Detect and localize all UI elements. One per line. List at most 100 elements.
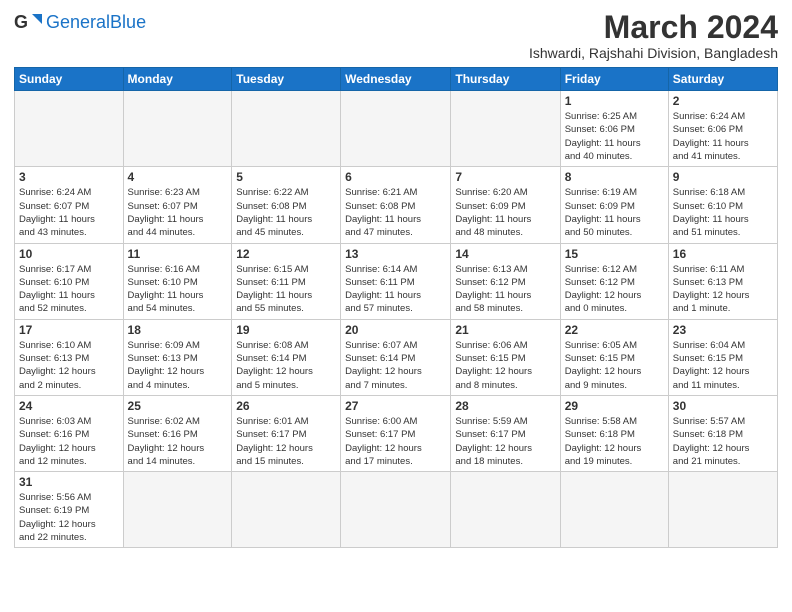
calendar-cell: 25Sunrise: 6:02 AM Sunset: 6:16 PM Dayli… bbox=[123, 395, 232, 471]
calendar-cell: 6 Sunrise: 6:21 AM Sunset: 6:08 PM Daylig… bbox=[341, 167, 451, 243]
day-info: Sunrise: 6:17 AM Sunset: 6:10 PM Dayligh… bbox=[19, 263, 119, 316]
day-number: 21 bbox=[455, 323, 555, 337]
day-number: 31 bbox=[19, 475, 119, 489]
day-info: Sunrise: 6:12 AM Sunset: 6:12 PM Dayligh… bbox=[565, 263, 664, 316]
day-info: Sunrise: 6:18 AM Sunset: 6:10 PM Dayligh… bbox=[673, 186, 773, 239]
day-info: Sunrise: 6:04 AM Sunset: 6:15 PM Dayligh… bbox=[673, 339, 773, 392]
day-info: Sunrise: 5:57 AM Sunset: 6:18 PM Dayligh… bbox=[673, 415, 773, 468]
calendar-cell bbox=[341, 91, 451, 167]
day-info: Sunrise: 6:03 AM Sunset: 6:16 PM Dayligh… bbox=[19, 415, 119, 468]
day-number: 4 bbox=[128, 170, 228, 184]
day-info: Sunrise: 6:05 AM Sunset: 6:15 PM Dayligh… bbox=[565, 339, 664, 392]
location: Ishwardi, Rajshahi Division, Bangladesh bbox=[529, 45, 778, 61]
calendar-cell: 3 Sunrise: 6:24 AM Sunset: 6:07 PM Daylig… bbox=[15, 167, 124, 243]
day-info: Sunrise: 6:24 AM Sunset: 6:06 PM Dayligh… bbox=[673, 110, 773, 163]
calendar-cell: 17Sunrise: 6:10 AM Sunset: 6:13 PM Dayli… bbox=[15, 319, 124, 395]
day-number: 2 bbox=[673, 94, 773, 108]
day-info: Sunrise: 6:22 AM Sunset: 6:08 PM Dayligh… bbox=[236, 186, 336, 239]
calendar-cell: 30 Sunrise: 5:57 AM Sunset: 6:18 PM Dayli… bbox=[668, 395, 777, 471]
day-info: Sunrise: 6:23 AM Sunset: 6:07 PM Dayligh… bbox=[128, 186, 228, 239]
day-number: 30 bbox=[673, 399, 773, 413]
day-number: 11 bbox=[128, 247, 228, 261]
day-info: Sunrise: 6:13 AM Sunset: 6:12 PM Dayligh… bbox=[455, 263, 555, 316]
week-row-6: 31 Sunrise: 5:56 AM Sunset: 6:19 PM Dayli… bbox=[15, 472, 778, 548]
calendar-cell bbox=[341, 472, 451, 548]
calendar-cell: 31 Sunrise: 5:56 AM Sunset: 6:19 PM Dayli… bbox=[15, 472, 124, 548]
day-info: Sunrise: 5:58 AM Sunset: 6:18 PM Dayligh… bbox=[565, 415, 664, 468]
calendar-cell: 2 Sunrise: 6:24 AM Sunset: 6:06 PM Daylig… bbox=[668, 91, 777, 167]
day-info: Sunrise: 6:06 AM Sunset: 6:15 PM Dayligh… bbox=[455, 339, 555, 392]
day-info: Sunrise: 6:21 AM Sunset: 6:08 PM Dayligh… bbox=[345, 186, 446, 239]
week-row-2: 3 Sunrise: 6:24 AM Sunset: 6:07 PM Daylig… bbox=[15, 167, 778, 243]
calendar-cell: 1Sunrise: 6:25 AM Sunset: 6:06 PM Daylig… bbox=[560, 91, 668, 167]
day-number: 19 bbox=[236, 323, 336, 337]
page: G GeneralBlue March 2024 Ishwardi, Rajsh… bbox=[0, 0, 792, 612]
day-number: 24 bbox=[19, 399, 119, 413]
calendar-cell: 29 Sunrise: 5:58 AM Sunset: 6:18 PM Dayli… bbox=[560, 395, 668, 471]
day-info: Sunrise: 6:15 AM Sunset: 6:11 PM Dayligh… bbox=[236, 263, 336, 316]
day-number: 8 bbox=[565, 170, 664, 184]
calendar-cell: 4 Sunrise: 6:23 AM Sunset: 6:07 PM Daylig… bbox=[123, 167, 232, 243]
day-info: Sunrise: 6:01 AM Sunset: 6:17 PM Dayligh… bbox=[236, 415, 336, 468]
day-info: Sunrise: 6:08 AM Sunset: 6:14 PM Dayligh… bbox=[236, 339, 336, 392]
day-number: 7 bbox=[455, 170, 555, 184]
weekday-header-sunday: Sunday bbox=[15, 68, 124, 91]
day-number: 6 bbox=[345, 170, 446, 184]
weekday-header-friday: Friday bbox=[560, 68, 668, 91]
day-number: 13 bbox=[345, 247, 446, 261]
day-info: Sunrise: 6:11 AM Sunset: 6:13 PM Dayligh… bbox=[673, 263, 773, 316]
day-number: 16 bbox=[673, 247, 773, 261]
calendar-cell: 15 Sunrise: 6:12 AM Sunset: 6:12 PM Dayli… bbox=[560, 243, 668, 319]
calendar-cell bbox=[232, 472, 341, 548]
day-number: 10 bbox=[19, 247, 119, 261]
calendar-cell: 16 Sunrise: 6:11 AM Sunset: 6:13 PM Dayli… bbox=[668, 243, 777, 319]
calendar-cell: 11Sunrise: 6:16 AM Sunset: 6:10 PM Dayli… bbox=[123, 243, 232, 319]
day-info: Sunrise: 6:25 AM Sunset: 6:06 PM Dayligh… bbox=[565, 110, 664, 163]
calendar-cell: 9 Sunrise: 6:18 AM Sunset: 6:10 PM Daylig… bbox=[668, 167, 777, 243]
day-number: 3 bbox=[19, 170, 119, 184]
day-number: 29 bbox=[565, 399, 664, 413]
calendar-cell: 5 Sunrise: 6:22 AM Sunset: 6:08 PM Daylig… bbox=[232, 167, 341, 243]
day-info: Sunrise: 6:07 AM Sunset: 6:14 PM Dayligh… bbox=[345, 339, 446, 392]
day-number: 18 bbox=[128, 323, 228, 337]
day-number: 28 bbox=[455, 399, 555, 413]
calendar-cell: 7Sunrise: 6:20 AM Sunset: 6:09 PM Daylig… bbox=[451, 167, 560, 243]
day-number: 9 bbox=[673, 170, 773, 184]
logo-text: GeneralBlue bbox=[46, 13, 146, 31]
weekday-header-wednesday: Wednesday bbox=[341, 68, 451, 91]
svg-text:G: G bbox=[14, 12, 28, 32]
day-info: Sunrise: 6:24 AM Sunset: 6:07 PM Dayligh… bbox=[19, 186, 119, 239]
day-number: 5 bbox=[236, 170, 336, 184]
day-info: Sunrise: 6:19 AM Sunset: 6:09 PM Dayligh… bbox=[565, 186, 664, 239]
day-number: 15 bbox=[565, 247, 664, 261]
logo-blue: Blue bbox=[110, 12, 146, 32]
calendar-cell bbox=[15, 91, 124, 167]
calendar-cell: 22Sunrise: 6:05 AM Sunset: 6:15 PM Dayli… bbox=[560, 319, 668, 395]
week-row-5: 24 Sunrise: 6:03 AM Sunset: 6:16 PM Dayli… bbox=[15, 395, 778, 471]
calendar-cell bbox=[560, 472, 668, 548]
week-row-3: 10 Sunrise: 6:17 AM Sunset: 6:10 PM Dayli… bbox=[15, 243, 778, 319]
calendar-cell: 26Sunrise: 6:01 AM Sunset: 6:17 PM Dayli… bbox=[232, 395, 341, 471]
logo-general: General bbox=[46, 12, 110, 32]
weekday-header-thursday: Thursday bbox=[451, 68, 560, 91]
day-info: Sunrise: 5:59 AM Sunset: 6:17 PM Dayligh… bbox=[455, 415, 555, 468]
day-number: 17 bbox=[19, 323, 119, 337]
calendar-cell: 13Sunrise: 6:14 AM Sunset: 6:11 PM Dayli… bbox=[341, 243, 451, 319]
weekday-header-tuesday: Tuesday bbox=[232, 68, 341, 91]
logo: G GeneralBlue bbox=[14, 10, 146, 34]
calendar-cell: 12Sunrise: 6:15 AM Sunset: 6:11 PM Dayli… bbox=[232, 243, 341, 319]
day-info: Sunrise: 5:56 AM Sunset: 6:19 PM Dayligh… bbox=[19, 491, 119, 544]
calendar-cell: 23 Sunrise: 6:04 AM Sunset: 6:15 PM Dayli… bbox=[668, 319, 777, 395]
day-number: 20 bbox=[345, 323, 446, 337]
calendar: SundayMondayTuesdayWednesdayThursdayFrid… bbox=[14, 67, 778, 548]
month-year: March 2024 bbox=[529, 10, 778, 45]
day-info: Sunrise: 6:09 AM Sunset: 6:13 PM Dayligh… bbox=[128, 339, 228, 392]
calendar-cell: 8 Sunrise: 6:19 AM Sunset: 6:09 PM Daylig… bbox=[560, 167, 668, 243]
day-number: 23 bbox=[673, 323, 773, 337]
calendar-cell bbox=[232, 91, 341, 167]
weekday-header-monday: Monday bbox=[123, 68, 232, 91]
calendar-cell: 18 Sunrise: 6:09 AM Sunset: 6:13 PM Dayli… bbox=[123, 319, 232, 395]
calendar-cell bbox=[123, 91, 232, 167]
title-block: March 2024 Ishwardi, Rajshahi Division, … bbox=[529, 10, 778, 61]
calendar-cell: 20 Sunrise: 6:07 AM Sunset: 6:14 PM Dayli… bbox=[341, 319, 451, 395]
